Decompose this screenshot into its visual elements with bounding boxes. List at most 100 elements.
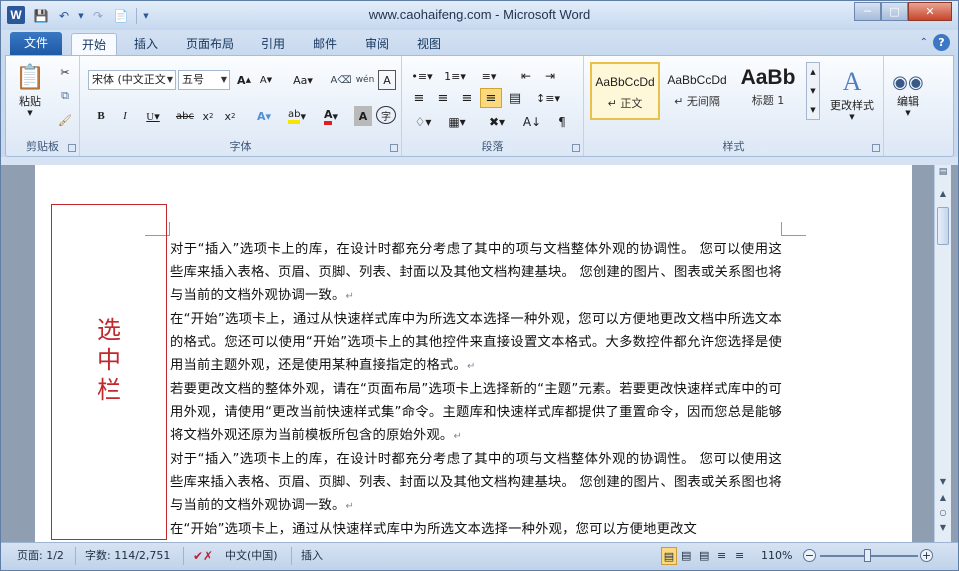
styles-down-icon[interactable]: ▼ (807, 82, 819, 101)
paste-button[interactable]: 📋 粘贴 ▼ (12, 60, 48, 120)
tab-file[interactable]: 文件 (10, 32, 62, 55)
next-page-icon[interactable]: ▼ (935, 523, 951, 537)
styles-more-icon[interactable]: ▼ (807, 101, 819, 119)
character-border-icon[interactable]: A (378, 70, 396, 90)
print-layout-view-icon[interactable]: ▤ (661, 547, 677, 565)
decrease-indent-icon[interactable]: ⇤ (516, 66, 536, 86)
tab-references[interactable]: 引用 (251, 33, 295, 56)
superscript-icon[interactable]: x2 (220, 106, 240, 126)
collapse-ribbon-icon[interactable]: ⌃ (920, 37, 928, 48)
web-layout-view-icon[interactable]: ▤ (699, 547, 709, 565)
maximize-button[interactable]: □ (881, 2, 908, 21)
insert-mode[interactable]: 插入 (301, 547, 323, 565)
paragraph-launcher-icon[interactable] (572, 144, 580, 152)
word-count[interactable]: 字数: 114/2,751 (85, 547, 170, 565)
language-status[interactable]: 中文(中国) (225, 547, 278, 565)
clear-formatting-icon[interactable]: A⌫ (330, 70, 352, 90)
distributed-icon[interactable]: ▤ (504, 88, 526, 108)
strikethrough-icon[interactable]: abc (174, 106, 196, 126)
increase-indent-icon[interactable]: ⇥ (540, 66, 560, 86)
multilevel-list-icon[interactable]: ≡▾ (474, 66, 504, 86)
cut-icon[interactable]: ✂ (56, 62, 74, 82)
editing-label: 编辑 (897, 94, 919, 108)
outline-view-icon[interactable]: ≡ (717, 547, 726, 565)
binoculars-icon: ◉◉ (892, 71, 924, 93)
paragraph[interactable]: 对于“插入”选项卡上的库，在设计时都充分考虑了其中的项与文档整体外观的协调性。 … (170, 238, 782, 308)
zoom-in-icon[interactable]: + (920, 549, 933, 562)
paragraph[interactable]: 对于“插入”选项卡上的库，在设计时都充分考虑了其中的项与文档整体外观的协调性。 … (170, 448, 782, 518)
paragraph-text: 在“开始”选项卡上，通过从快速样式库中为所选文本选择一种外观，您可以方便地更改文 (170, 522, 698, 537)
sort-icon[interactable]: A↓ (522, 112, 542, 132)
font-size-value: 五号 (182, 73, 204, 86)
paragraph[interactable]: 若要更改文档的整体外观，请在“页面布局”选项卡上选择新的“主题”元素。若要更改快… (170, 378, 782, 448)
scroll-down-icon[interactable]: ▼ (935, 477, 951, 491)
paragraph[interactable]: 在“开始”选项卡上，通过从快速样式库中为所选文本选择一种外观，您可以方便地更改文 (170, 518, 782, 541)
line-spacing-icon[interactable]: ↕≡▾ (534, 88, 562, 108)
proofing-icon[interactable]: ✔✗ (193, 547, 213, 565)
enclose-characters-icon[interactable]: 字 (376, 106, 396, 124)
full-screen-view-icon[interactable]: ▤ (681, 547, 691, 565)
tab-home[interactable]: 开始 (71, 33, 117, 56)
close-button[interactable]: ✕ (908, 2, 952, 21)
align-center-icon[interactable]: ≡ (432, 88, 454, 108)
font-color-icon[interactable]: A ▾ (316, 106, 346, 126)
editing-button[interactable]: ◉◉ 编辑 ▼ (890, 60, 926, 128)
font-launcher-icon[interactable] (390, 144, 398, 152)
status-divider (183, 547, 184, 565)
subscript-icon[interactable]: x2 (198, 106, 218, 126)
copy-icon[interactable]: ⧉ (56, 86, 74, 106)
phonetic-guide-icon[interactable]: wén (354, 70, 376, 90)
borders-icon[interactable]: ▦▾ (442, 112, 472, 132)
italic-icon[interactable]: I (116, 106, 134, 126)
clipboard-launcher-icon[interactable] (68, 144, 76, 152)
align-right-icon[interactable]: ≡ (456, 88, 478, 108)
zoom-slider-thumb[interactable] (864, 549, 871, 562)
shrink-font-icon[interactable]: A ▼ (256, 70, 276, 90)
zoom-level[interactable]: 110% (761, 547, 792, 565)
change-styles-button[interactable]: A 更改样式 ▼ (824, 60, 880, 128)
style-no-spacing[interactable]: AaBbCcDd ↵ 无间隔 (662, 62, 732, 120)
scroll-thumb[interactable] (937, 207, 949, 245)
font-name-combo[interactable]: 宋体 (中文正文 ▼ (88, 70, 176, 90)
chinese-layout-icon[interactable]: ✖▾ (482, 112, 512, 132)
vertical-scrollbar[interactable]: ▤ ▲ ▼ ▲ ○ ▼ (934, 165, 951, 542)
numbering-icon[interactable]: 1≡▾ (440, 66, 470, 86)
minimize-button[interactable]: ─ (854, 2, 881, 21)
underline-icon[interactable]: U▾ (140, 106, 166, 126)
style-normal[interactable]: AaBbCcDd ↵ 正文 (590, 62, 660, 120)
scroll-up-icon[interactable]: ▲ (935, 189, 951, 203)
styles-launcher-icon[interactable] (872, 144, 880, 152)
paragraph[interactable]: 在“开始”选项卡上，通过从快速样式库中为所选文本选择一种外观，您可以方便地更改文… (170, 308, 782, 378)
styles-up-icon[interactable]: ▲ (807, 63, 819, 82)
tab-mailings[interactable]: 邮件 (303, 33, 347, 56)
text-effects-icon[interactable]: A▾ (250, 106, 278, 126)
draft-view-icon[interactable]: ≡ (735, 547, 744, 565)
align-left-icon[interactable]: ≡ (408, 88, 430, 108)
previous-page-icon[interactable]: ▲ (935, 493, 951, 507)
zoom-out-icon[interactable]: − (803, 549, 816, 562)
paragraph-text: 对于“插入”选项卡上的库，在设计时都充分考虑了其中的项与文档整体外观的协调性。 … (170, 242, 782, 303)
tab-page-layout[interactable]: 页面布局 (177, 33, 243, 56)
shading-icon[interactable]: ♢▾ (408, 112, 438, 132)
tab-insert[interactable]: 插入 (123, 33, 169, 56)
font-size-combo[interactable]: 五号 ▼ (178, 70, 230, 90)
bullets-icon[interactable]: •≡▾ (408, 66, 436, 86)
style-no-spacing-name: ↵ 无间隔 (674, 95, 720, 108)
browse-object-icon[interactable]: ○ (935, 508, 951, 522)
help-icon[interactable]: ? (933, 34, 950, 51)
character-shading-icon[interactable]: A (354, 106, 372, 126)
document-body[interactable]: 对于“插入”选项卡上的库，在设计时都充分考虑了其中的项与文档整体外观的协调性。 … (170, 238, 782, 541)
change-case-icon[interactable]: Aa▾ (290, 70, 316, 90)
show-marks-icon[interactable]: ¶ (552, 112, 572, 132)
format-painter-icon[interactable]: 🖌 (56, 110, 74, 130)
bold-icon[interactable]: B (92, 106, 110, 126)
tab-view[interactable]: 视图 (407, 33, 451, 56)
style-heading-1[interactable]: AaBb 标题 1 (734, 62, 802, 120)
justify-icon[interactable]: ≡ (480, 88, 502, 108)
tab-review[interactable]: 审阅 (355, 33, 399, 56)
highlight-icon[interactable]: ab ▾ (282, 106, 312, 126)
ruler-toggle-icon[interactable]: ▤ (935, 167, 951, 181)
grow-font-icon[interactable]: A ▲ (234, 70, 254, 90)
style-heading-1-sample: AaBb (740, 66, 796, 89)
page-count[interactable]: 页面: 1/2 (17, 547, 64, 565)
